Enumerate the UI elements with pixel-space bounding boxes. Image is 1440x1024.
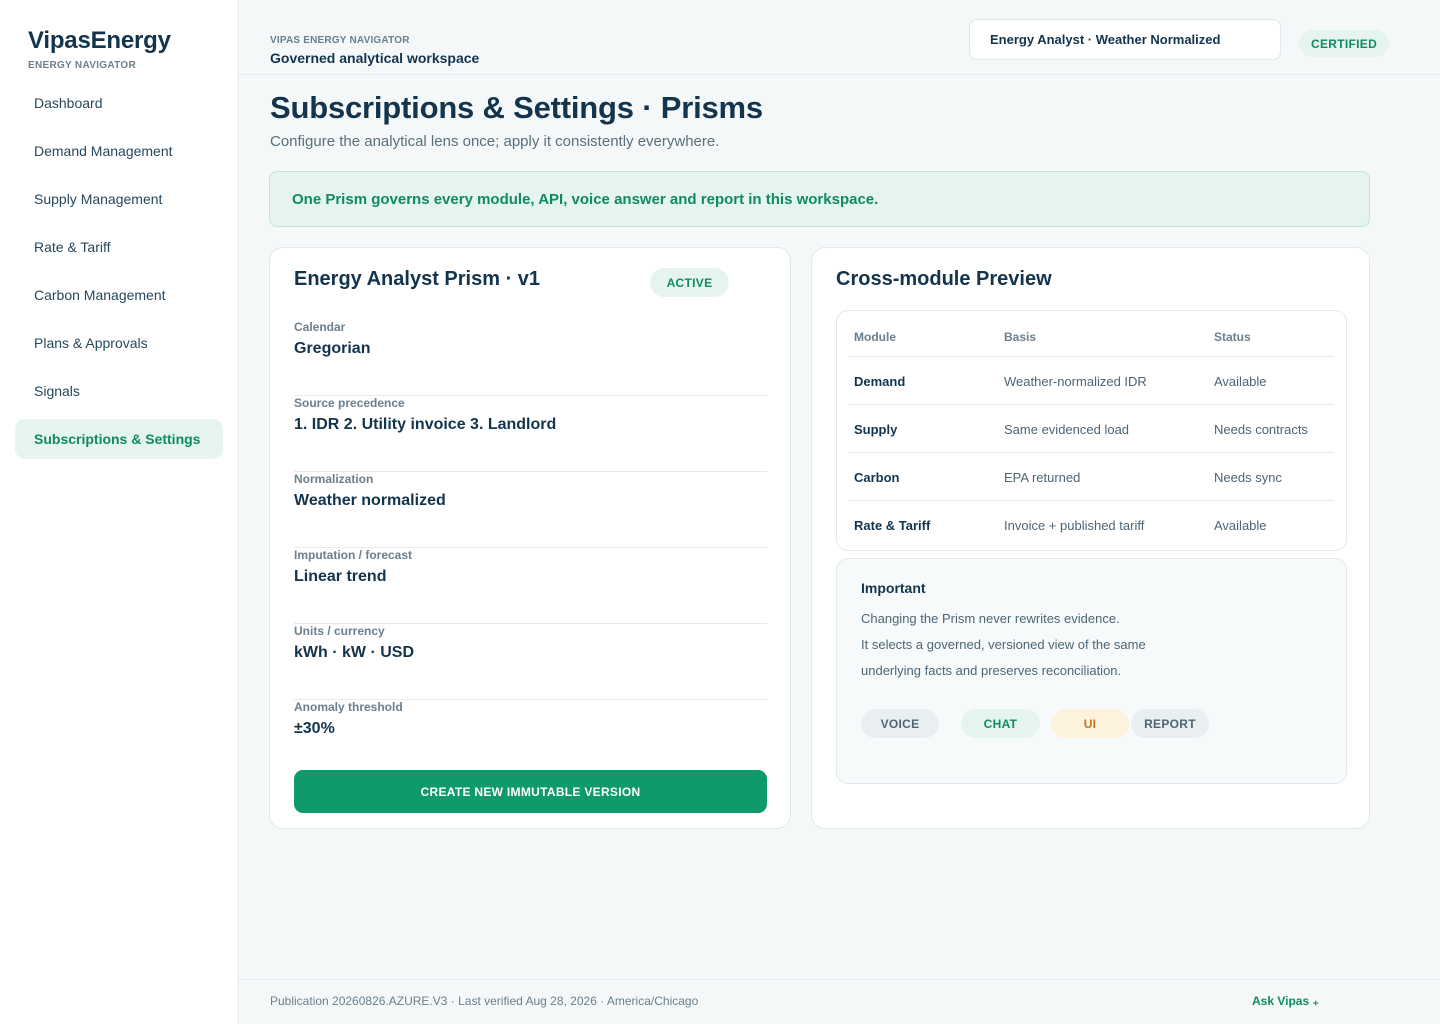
table-row[interactable]: Rate & Tariff Invoice + published tariff… [848,500,1334,548]
field-value: Weather normalized [294,492,446,509]
certified-badge: CERTIFIED [1299,30,1390,57]
cell-status: Needs sync [1214,470,1282,485]
prism-config-card: Energy Analyst Prism · v1 ACTIVE Calenda… [269,247,791,829]
cell-status: Available [1214,374,1267,389]
status-badge: ACTIVE [650,268,729,297]
column-header-basis: Basis [1004,330,1037,344]
important-title: Important [861,580,926,596]
sidebar-nav: Dashboard Demand Management Supply Manag… [15,83,223,467]
sidebar-item-rate-tariff[interactable]: Rate & Tariff [15,227,223,267]
cell-basis: Same evidenced load [1004,422,1130,437]
ask-vipas-link[interactable]: Ask Vipas ₊ [1252,994,1319,1008]
field-normalization[interactable]: Normalization Weather normalized [294,472,767,548]
field-label: Source precedence [294,396,405,410]
brand-logo[interactable]: VipasEnergy [28,27,171,55]
cell-module: Supply [854,422,898,437]
column-header-module: Module [854,330,896,344]
sidebar-item-signals[interactable]: Signals [15,371,223,411]
field-calendar[interactable]: Calendar Gregorian [294,320,767,396]
important-notice: Important Changing the Prism never rewri… [836,558,1347,784]
cell-status: Available [1214,518,1267,533]
cell-module: Carbon [854,470,900,485]
cell-status: Needs contracts [1214,422,1308,437]
sidebar-item-plans-approvals[interactable]: Plans & Approvals [15,323,223,363]
sidebar-item-demand-management[interactable]: Demand Management [15,131,223,171]
cell-basis: EPA returned [1004,470,1081,485]
field-label: Calendar [294,320,346,334]
page-title: Subscriptions & Settings · Prisms [270,90,763,125]
field-value: 1. IDR 2. Utility invoice 3. Landlord [294,416,557,433]
publication-info: Publication 20260826.AZURE.V3 · Last ver… [270,994,699,1008]
cell-basis: Invoice + published tariff [1004,518,1145,533]
column-header-status: Status [1214,330,1251,344]
workspace-title: Governed analytical workspace [270,50,480,66]
table-row[interactable]: Supply Same evidenced load Needs contrac… [848,404,1334,452]
field-imputation-forecast[interactable]: Imputation / forecast Linear trend [294,548,767,624]
preview-table: Module Basis Status Demand Weather-norma… [836,310,1347,551]
table-row[interactable]: Demand Weather-normalized IDR Available [848,356,1334,404]
sidebar-item-subscriptions-settings[interactable]: Subscriptions & Settings [15,419,223,459]
important-line: Changing the Prism never rewrites eviden… [861,611,1120,626]
sidebar-item-supply-management[interactable]: Supply Management [15,179,223,219]
field-value: Linear trend [294,568,387,585]
prism-selector[interactable]: Energy Analyst · Weather Normalized [969,19,1281,60]
field-label: Anomaly threshold [294,700,403,714]
page-subtitle: Configure the analytical lens once; appl… [270,133,720,150]
field-anomaly-threshold[interactable]: Anomaly threshold ±30% [294,700,767,776]
sidebar-item-carbon-management[interactable]: Carbon Management [15,275,223,315]
field-label: Normalization [294,472,374,486]
workspace-eyebrow: VIPAS ENERGY NAVIGATOR [270,35,410,46]
sidebar-item-dashboard[interactable]: Dashboard [15,83,223,123]
chip-voice[interactable]: VOICE [861,709,939,738]
chip-report[interactable]: REPORT [1131,709,1209,738]
create-version-button[interactable]: CREATE NEW IMMUTABLE VERSION [294,770,767,813]
field-label: Units / currency [294,624,385,638]
cell-basis: Weather-normalized IDR [1004,374,1147,389]
important-line: underlying facts and preserves reconcili… [861,663,1122,678]
field-source-precedence[interactable]: Source precedence 1. IDR 2. Utility invo… [294,396,767,472]
prism-card-title: Energy Analyst Prism · v1 [294,268,541,290]
cross-module-preview-card: Cross-module Preview Module Basis Status… [811,247,1370,829]
table-row[interactable]: Carbon EPA returned Needs sync [848,452,1334,500]
cell-module: Rate & Tariff [854,518,931,533]
footer: Publication 20260826.AZURE.V3 · Last ver… [239,979,1440,1024]
cell-module: Demand [854,374,906,389]
info-banner: One Prism governs every module, API, voi… [269,171,1370,227]
field-value: Gregorian [294,340,371,357]
sidebar: VipasEnergy ENERGY NAVIGATOR Dashboard D… [0,0,239,1024]
preview-title: Cross-module Preview [836,268,1052,290]
field-label: Imputation / forecast [294,548,413,562]
chip-ui[interactable]: UI [1051,709,1129,738]
topbar: VIPAS ENERGY NAVIGATOR Governed analytic… [239,0,1440,75]
important-line: It selects a governed, versioned view of… [861,637,1146,652]
field-units-currency[interactable]: Units / currency kWh · kW · USD [294,624,767,700]
chip-chat[interactable]: CHAT [961,709,1040,738]
field-value: kWh · kW · USD [294,644,414,661]
brand-subtitle: ENERGY NAVIGATOR [28,60,136,71]
field-value: ±30% [294,720,335,737]
